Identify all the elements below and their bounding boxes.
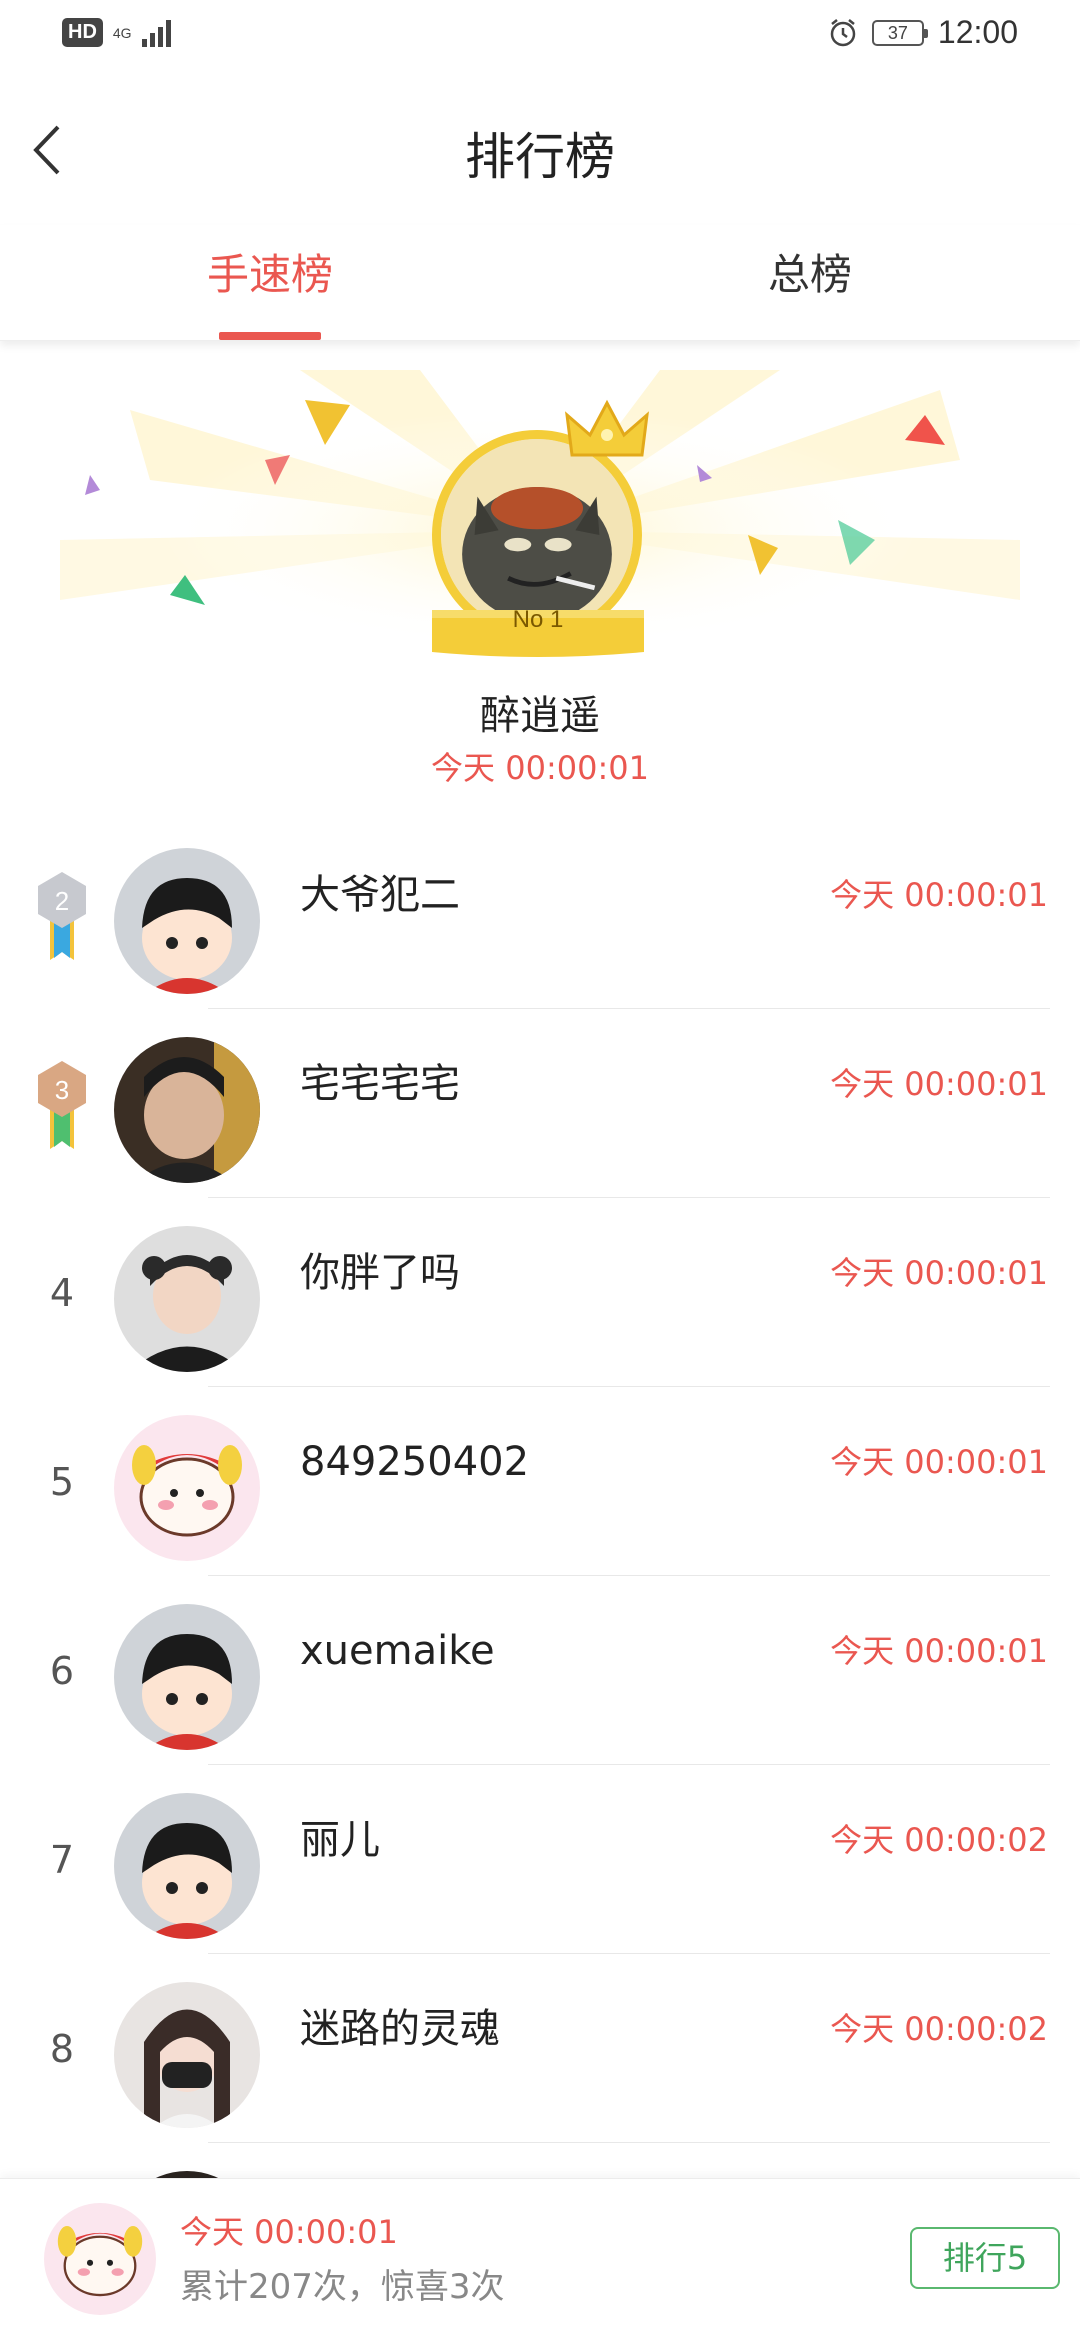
champion-section: No 1 醉逍遥 今天 00:00:01 — [0, 370, 1080, 800]
avatar — [114, 1982, 260, 2128]
status-right: 37 12:00 — [828, 14, 1018, 51]
my-stats: 累计207次，惊喜3次 — [180, 2267, 505, 2307]
record-time: 今天 00:00:01 — [830, 1065, 1048, 1103]
record-time: 今天 00:00:01 — [830, 1254, 1048, 1292]
tab-speed[interactable]: 手速榜 — [0, 225, 540, 340]
record-time: 今天 00:00:01 — [830, 876, 1048, 914]
avatar — [114, 1604, 260, 1750]
silver-medal-icon: 2 — [38, 871, 86, 960]
user-name: 大爷犯二 — [300, 872, 460, 918]
network-label: 4G — [112, 24, 132, 41]
svg-text:2: 2 — [55, 886, 69, 916]
my-avatar — [44, 2203, 156, 2315]
status-time: 12:00 — [937, 14, 1018, 50]
status-left: HD 4G — [62, 18, 171, 47]
my-record-bar: 今天 00:00:01 累计207次，惊喜3次 排行5 — [0, 2178, 1080, 2341]
rank-number: 4 — [49, 1270, 75, 1315]
list-item[interactable]: 7 丽儿 今天 00:00:02 — [0, 1765, 1080, 1954]
list-item[interactable]: 6 xuemaike 今天 00:00:01 — [0, 1576, 1080, 1765]
rank-number: 6 — [49, 1648, 75, 1693]
list-item[interactable]: 3 宅宅宅宅 今天 00:00:01 — [0, 1009, 1080, 1198]
rank-cell: 2 — [30, 820, 94, 1009]
tab-bar: 手速榜 总榜 — [0, 225, 1080, 341]
my-rank-button[interactable]: 排行5 — [910, 2227, 1060, 2289]
tab-active-indicator — [219, 332, 321, 340]
hd-badge: HD — [62, 18, 103, 47]
user-name: 丽儿 — [300, 1817, 380, 1863]
list-item[interactable]: 5 849250402 今天 00:00:01 — [0, 1387, 1080, 1576]
record-time: 今天 00:00:02 — [830, 1821, 1048, 1859]
rank-cell: 3 — [30, 1009, 94, 1198]
rank-number: 8 — [49, 2026, 75, 2071]
crown-icon — [565, 399, 649, 457]
bronze-medal-icon: 3 — [38, 1060, 86, 1149]
svg-text:3: 3 — [55, 1075, 69, 1105]
battery-level: 37 — [887, 22, 908, 43]
champion-rank-badge: No 1 — [512, 606, 564, 633]
record-time: 今天 00:00:01 — [830, 1632, 1048, 1670]
user-name: 你胖了吗 — [300, 1250, 460, 1296]
page-title: 排行榜 — [465, 128, 615, 186]
network-indicator: 4G — [113, 26, 132, 40]
rank-number: 7 — [49, 1837, 75, 1882]
signal-icon — [141, 19, 171, 47]
header: 排行榜 — [0, 75, 1080, 225]
user-name: 宅宅宅宅 — [300, 1061, 460, 1107]
record-time: 今天 00:00:01 — [830, 1443, 1048, 1481]
user-name: 迷路的灵魂 — [300, 2006, 500, 2052]
rank-number: 5 — [49, 1459, 75, 1504]
alarm-icon — [830, 18, 856, 46]
list-item[interactable]: 2 大爷犯二 今天 00:00:01 — [0, 820, 1080, 1009]
battery-icon: 37 — [871, 19, 928, 46]
avatar — [114, 848, 260, 994]
status-bar: HD 4G 37 12:00 — [0, 0, 1080, 75]
avatar — [114, 1793, 260, 1939]
record-time: 今天 00:00:02 — [830, 2010, 1048, 2048]
user-name: xuemaike — [300, 1628, 495, 1674]
list-item[interactable]: 8 迷路的灵魂 今天 00:00:02 — [0, 1954, 1080, 2143]
ranking-list: 2 大爷犯二 今天 00:00:01 3 宅宅宅宅 今天 00:00:01 4 … — [0, 820, 1080, 2332]
avatar — [114, 1415, 260, 1561]
user-name: 849250402 — [300, 1439, 530, 1485]
avatar — [114, 1037, 260, 1183]
avatar — [114, 1226, 260, 1372]
my-best-time: 今天 00:00:01 — [180, 2213, 398, 2251]
tab-overall[interactable]: 总榜 — [540, 225, 1080, 340]
list-item[interactable]: 4 你胖了吗 今天 00:00:01 — [0, 1198, 1080, 1387]
champion-name: 醉逍遥 — [480, 693, 600, 739]
champion-time: 今天 00:00:01 — [431, 749, 649, 787]
